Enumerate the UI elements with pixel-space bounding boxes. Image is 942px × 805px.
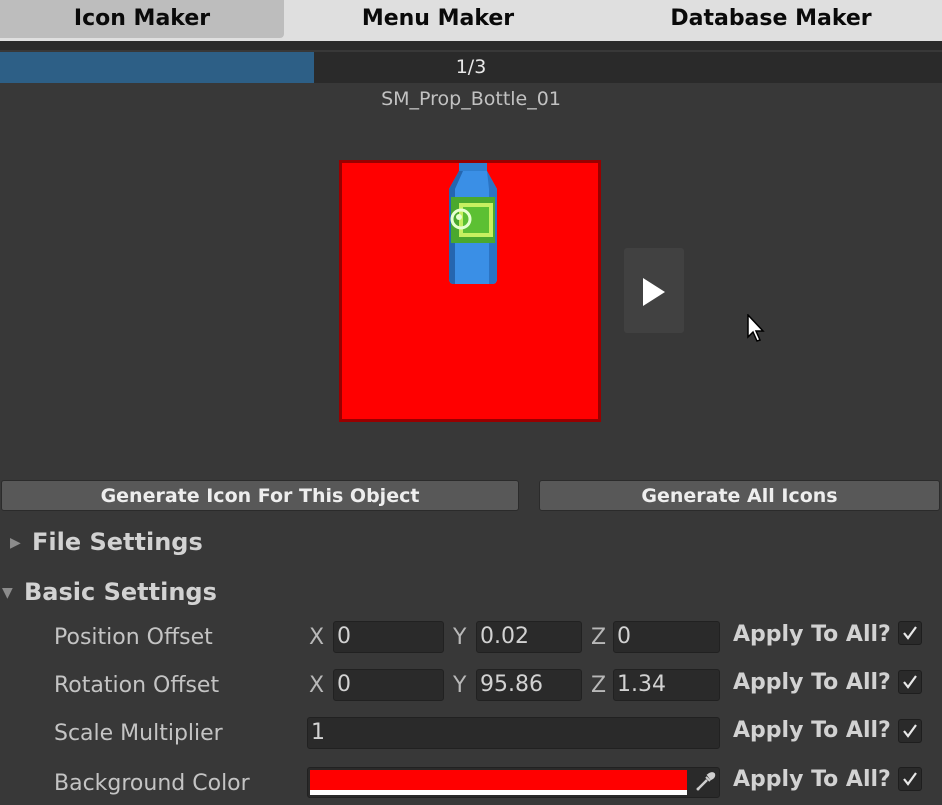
icon-preview <box>339 160 601 422</box>
position-x-field[interactable]: 0 <box>333 621 444 653</box>
tab-menu-maker[interactable]: Menu Maker <box>286 0 590 38</box>
checkmark-icon <box>903 772 917 786</box>
rotation-apply-all-checkbox[interactable] <box>898 670 922 694</box>
position-apply-all-label: Apply To All? <box>733 622 891 647</box>
rotation-z-field[interactable]: 1.34 <box>613 669 720 701</box>
checkmark-icon <box>903 675 917 689</box>
position-z-field[interactable]: 0 <box>613 621 720 653</box>
rotation-offset-label: Rotation Offset <box>54 673 220 698</box>
rotation-y-axis-label: Y <box>453 673 467 698</box>
alpha-bar <box>310 790 687 795</box>
tab-divider <box>0 41 942 50</box>
chevron-down-icon: ▼ <box>2 585 13 601</box>
tab-database-maker[interactable]: Database Maker <box>600 0 942 38</box>
rotation-x-axis-label: X <box>309 673 325 698</box>
basic-settings-label: Basic Settings <box>24 578 217 606</box>
scale-multiplier-label: Scale Multiplier <box>54 721 223 746</box>
progress-bar: 1/3 <box>0 52 942 83</box>
generate-all-icons-button[interactable]: Generate All Icons <box>539 480 940 511</box>
background-color-field[interactable] <box>307 767 720 798</box>
chevron-right-icon: ▶ <box>10 535 21 551</box>
checkmark-icon <box>903 724 917 738</box>
file-settings-foldout[interactable]: ▶ File Settings <box>10 526 203 558</box>
scale-apply-all-label: Apply To All? <box>733 718 891 743</box>
eyedropper-icon[interactable] <box>694 771 716 793</box>
tab-icon-maker[interactable]: Icon Maker <box>0 0 284 38</box>
position-z-axis-label: Z <box>591 625 607 650</box>
position-y-axis-label: Y <box>453 625 467 650</box>
basic-settings-foldout[interactable]: ▼ Basic Settings <box>2 576 217 608</box>
rotation-apply-all-label: Apply To All? <box>733 670 891 695</box>
scale-multiplier-field[interactable]: 1 <box>307 717 720 749</box>
object-name: SM_Prop_Bottle_01 <box>381 88 561 110</box>
background-color-label: Background Color <box>54 771 250 796</box>
position-y-field[interactable]: 0.02 <box>476 621 582 653</box>
generate-icon-button[interactable]: Generate Icon For This Object <box>1 480 519 511</box>
rotation-y-field[interactable]: 95.86 <box>476 669 582 701</box>
play-icon <box>643 278 665 306</box>
position-offset-label: Position Offset <box>54 625 213 650</box>
mouse-cursor-icon <box>747 314 765 342</box>
background-apply-all-label: Apply To All? <box>733 767 891 792</box>
background-apply-all-checkbox[interactable] <box>898 767 922 791</box>
rotation-x-field[interactable]: 0 <box>333 669 444 701</box>
position-apply-all-checkbox[interactable] <box>898 621 922 645</box>
color-swatch <box>310 770 687 790</box>
checkmark-icon <box>903 626 917 640</box>
rotation-z-axis-label: Z <box>591 673 607 698</box>
file-settings-label: File Settings <box>32 528 203 556</box>
progress-text: 1/3 <box>455 56 487 78</box>
next-object-button[interactable] <box>624 248 684 333</box>
bottle-icon <box>449 163 497 284</box>
scale-apply-all-checkbox[interactable] <box>898 719 922 743</box>
position-x-axis-label: X <box>309 625 325 650</box>
tab-bar: Icon Maker Menu Maker Database Maker <box>0 0 942 41</box>
